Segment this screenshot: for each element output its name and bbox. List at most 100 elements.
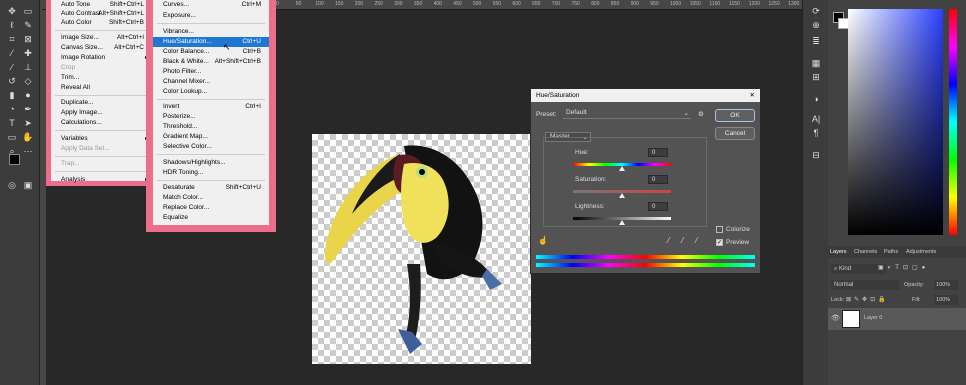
screen-mode-icon[interactable]: ▣ bbox=[20, 178, 36, 192]
shape-tool-icon[interactable]: ▭ bbox=[4, 130, 20, 144]
menu-posterize[interactable]: Posterize... bbox=[153, 112, 269, 122]
targeted-adjustment-icon[interactable]: ☝ bbox=[538, 236, 548, 245]
menu-black-white[interactable]: Black & White... Alt+Shift+Ctrl+B bbox=[153, 57, 269, 67]
menu-hdr-toning[interactable]: HDR Toning... bbox=[153, 168, 269, 178]
colorize-checkbox[interactable] bbox=[716, 226, 723, 233]
preview-checkbox[interactable]: ✓ bbox=[716, 239, 723, 246]
ruler-tick: 700 bbox=[551, 1, 561, 7]
fill-input[interactable]: 100% bbox=[934, 295, 958, 305]
preset-options-icon[interactable]: ⚙ bbox=[698, 110, 704, 118]
eyedropper-icon[interactable]: ⁄ bbox=[668, 236, 669, 245]
menu-trim[interactable]: Trim... bbox=[51, 73, 152, 83]
hue-strip[interactable] bbox=[949, 9, 957, 235]
menu-photo-filter[interactable]: Photo Filter... bbox=[153, 67, 269, 77]
brush-preset-icon[interactable]: ⊕ bbox=[808, 18, 824, 32]
menu-duplicate[interactable]: Duplicate... bbox=[51, 98, 152, 108]
lightness-slider-thumb[interactable] bbox=[619, 220, 625, 225]
color-picker-field[interactable] bbox=[848, 9, 943, 235]
menu-color-balance[interactable]: Color Balance... Ctrl+B bbox=[153, 47, 269, 57]
eraser-tool-icon[interactable]: ◇ bbox=[20, 74, 36, 88]
pen-tool-icon[interactable]: ✒ bbox=[20, 102, 36, 116]
gradient-tool-icon[interactable]: ▮ bbox=[4, 88, 20, 102]
cancel-button[interactable]: Cancel bbox=[715, 127, 755, 140]
lasso-tool-icon[interactable]: ℓ bbox=[4, 18, 20, 32]
menu-selective-color[interactable]: Selective Color... bbox=[153, 142, 269, 152]
menu-variables[interactable]: Variables▸ bbox=[51, 134, 152, 144]
artboard-tool-icon[interactable]: ▭ bbox=[20, 4, 36, 18]
eyedropper-minus-icon[interactable]: ⁄ bbox=[696, 236, 697, 245]
quick-mask-icon[interactable]: ◎ bbox=[4, 178, 20, 192]
menu-gradient-map[interactable]: Gradient Map... bbox=[153, 132, 269, 142]
menu-exposure[interactable]: Exposure... bbox=[153, 11, 269, 21]
character-icon[interactable]: A| bbox=[808, 112, 824, 126]
filter-icons[interactable]: ▣◐T⊡▢● bbox=[878, 264, 963, 274]
hue-input[interactable]: 0 bbox=[648, 148, 668, 157]
eyedropper-tool-icon[interactable]: ⁄ bbox=[4, 46, 20, 60]
menu-image-size[interactable]: Image Size... Alt+Ctrl+I bbox=[51, 33, 152, 43]
tab-paths[interactable]: Paths bbox=[884, 246, 898, 258]
document-canvas[interactable] bbox=[312, 134, 531, 364]
move-tool-icon[interactable]: ✥ bbox=[4, 4, 20, 18]
menu-auto-color[interactable]: Auto Color Shift+Ctrl+B bbox=[51, 18, 152, 28]
saturation-input[interactable]: 0 bbox=[648, 175, 668, 184]
frame-tool-icon[interactable]: ⊠ bbox=[20, 32, 36, 46]
image-menu: Auto Tone Shift+Ctrl+L Auto Contrast Alt+S… bbox=[46, 0, 152, 186]
history-brush-icon[interactable]: ↺ bbox=[4, 74, 20, 88]
stamp-tool-icon[interactable]: ⊥ bbox=[20, 60, 36, 74]
lock-icons[interactable]: ⊠✎✥⊡🔒 bbox=[846, 296, 889, 303]
menu-calculations[interactable]: Calculations... bbox=[51, 118, 152, 128]
properties-icon[interactable]: ⊟ bbox=[808, 148, 824, 162]
menu-curves[interactable]: Curves... Ctrl+M bbox=[153, 0, 269, 10]
paragraph-style-icon[interactable]: ¶ bbox=[808, 126, 824, 140]
tab-layers[interactable]: Layers bbox=[830, 246, 847, 258]
dialog-titlebar[interactable]: Hue/Saturation ✕ bbox=[531, 89, 760, 102]
swatches-icon[interactable]: ▦ bbox=[808, 56, 824, 70]
more-tools-icon[interactable]: ⋯ bbox=[20, 144, 36, 158]
menu-match-color[interactable]: Match Color... bbox=[153, 193, 269, 203]
type-tool-icon[interactable]: T bbox=[4, 116, 20, 130]
close-icon[interactable]: ✕ bbox=[750, 89, 755, 102]
layer-row[interactable]: 👁 Layer 0 bbox=[828, 308, 966, 330]
saturation-slider-thumb[interactable] bbox=[619, 193, 625, 198]
paragraph-icon[interactable]: ≣ bbox=[808, 34, 824, 48]
menu-replace-color[interactable]: Replace Color... bbox=[153, 203, 269, 213]
menu-hue-saturation[interactable]: Hue/Saturation... Ctrl+U bbox=[153, 37, 269, 47]
styles-icon[interactable]: ⊞ bbox=[808, 70, 824, 84]
ruler-tick: 950 bbox=[650, 1, 659, 7]
lightness-input[interactable]: 0 bbox=[648, 202, 668, 211]
opacity-input[interactable]: 100% bbox=[934, 280, 958, 290]
crop-tool-icon[interactable]: ⌗ bbox=[4, 32, 20, 46]
menu-analysis[interactable]: Analysis▸ bbox=[51, 175, 152, 185]
tab-channels[interactable]: Channels bbox=[854, 246, 877, 258]
layer-name[interactable]: Layer 0 bbox=[864, 315, 882, 321]
menu-desaturate[interactable]: Desaturate Shift+Ctrl+U bbox=[153, 183, 269, 193]
history-icon[interactable]: ⟳ bbox=[808, 4, 824, 18]
menu-channel-mixer[interactable]: Channel Mixer... bbox=[153, 77, 269, 87]
brush-tool-icon[interactable]: ∕ bbox=[4, 60, 20, 74]
blend-mode-dropdown[interactable]: Normal bbox=[831, 280, 899, 290]
menu-color-lookup[interactable]: Color Lookup... bbox=[153, 87, 269, 97]
menu-image-rotation[interactable]: Image Rotation▸ bbox=[51, 53, 152, 63]
eye-icon[interactable]: 👁 bbox=[831, 314, 840, 322]
menu-shadows-highlights[interactable]: Shadows/Highlights... bbox=[153, 158, 269, 168]
preset-dropdown[interactable]: Default ⌄ bbox=[563, 109, 691, 119]
healing-tool-icon[interactable]: ✚ bbox=[20, 46, 36, 60]
dodge-tool-icon[interactable]: ◔ bbox=[4, 102, 20, 116]
color-icon[interactable]: ◑ bbox=[808, 92, 824, 106]
hand-tool-icon[interactable]: ✋ bbox=[20, 130, 36, 144]
quick-select-tool-icon[interactable]: ✎ bbox=[20, 18, 36, 32]
blur-tool-icon[interactable]: ● bbox=[20, 88, 36, 102]
eyedropper-plus-icon[interactable]: ⁄ bbox=[682, 236, 683, 245]
menu-apply-image[interactable]: Apply Image... bbox=[51, 108, 152, 118]
path-select-icon[interactable]: ➤ bbox=[20, 116, 36, 130]
menu-threshold[interactable]: Threshold... bbox=[153, 122, 269, 132]
menu-invert[interactable]: Invert Ctrl+I bbox=[153, 102, 269, 112]
menu-reveal-all[interactable]: Reveal All bbox=[51, 83, 152, 93]
menu-equalize[interactable]: Equalize bbox=[153, 213, 269, 223]
menu-vibrance[interactable]: Vibrance... bbox=[153, 27, 269, 37]
tab-adjustments[interactable]: Adjustments bbox=[906, 246, 936, 258]
foreground-color-swatch[interactable] bbox=[9, 154, 20, 165]
hue-slider-thumb[interactable] bbox=[619, 166, 625, 171]
menu-canvas-size[interactable]: Canvas Size... Alt+Ctrl+C bbox=[51, 43, 152, 53]
ok-button[interactable]: OK bbox=[715, 109, 755, 122]
